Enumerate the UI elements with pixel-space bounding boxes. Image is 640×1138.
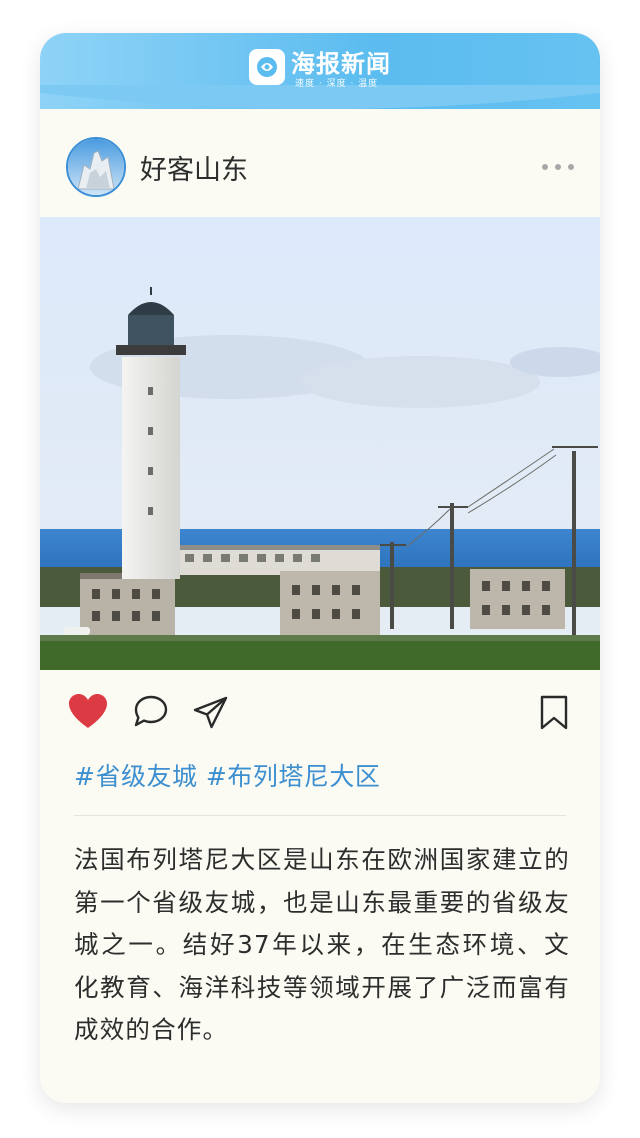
paper-plane-icon[interactable] <box>192 695 230 731</box>
bookmark-icon[interactable] <box>538 695 570 731</box>
post-tags[interactable]: #省级友城 #布列塔尼大区 <box>74 757 380 793</box>
brand-header-curve <box>40 85 600 109</box>
brand-slogan: 速度 · 深度 · 温度 <box>295 79 379 89</box>
avatar[interactable] <box>66 137 126 197</box>
brand-logo-group: 海报新闻 速度 · 深度 · 温度 <box>40 49 600 89</box>
more-horizontal-icon[interactable] <box>542 164 574 170</box>
action-bar <box>68 693 572 733</box>
post-header: 好客山东 <box>66 135 574 199</box>
app-logo-icon <box>249 49 285 85</box>
post-text: 法国布列塔尼大区是山东在欧洲国家建立的第一个省级友城，也是山东最重要的省级友城之… <box>74 845 570 1044</box>
heart-filled-icon[interactable] <box>68 693 108 731</box>
brand-name: 海报新闻 <box>291 50 391 78</box>
comment-bubble-icon[interactable] <box>132 694 170 730</box>
author-name[interactable]: 好客山东 <box>140 148 248 187</box>
post-card: 海报新闻 速度 · 深度 · 温度 好客山东 #省级友城 #布列塔尼大区 法国布… <box>40 33 600 1103</box>
post-photo <box>40 217 600 670</box>
divider <box>74 815 566 816</box>
